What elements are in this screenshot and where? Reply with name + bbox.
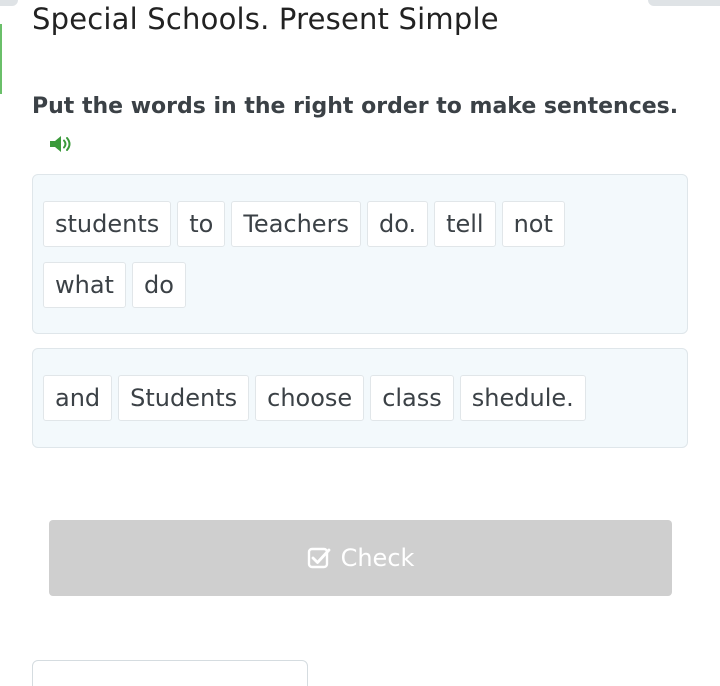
check-button-label: Check xyxy=(340,544,415,572)
word-chip[interactable]: students xyxy=(43,201,172,247)
word-chip[interactable]: tell xyxy=(434,201,496,247)
word-chip[interactable]: to xyxy=(177,201,226,247)
word-chip[interactable]: class xyxy=(370,375,454,421)
speaker-icon xyxy=(50,136,71,152)
word-row-2-1: and Students choose class shedule. xyxy=(43,375,586,421)
top-decoration xyxy=(648,0,720,6)
word-chip[interactable]: not xyxy=(501,201,565,247)
check-button[interactable]: Check xyxy=(49,520,672,596)
exercise-page: Special Schools. Present Simple Put the … xyxy=(0,0,720,686)
audio-button[interactable] xyxy=(47,133,75,155)
word-row-1-2: what do xyxy=(43,262,186,308)
page-title: Special Schools. Present Simple xyxy=(32,2,499,36)
next-section-card[interactable] xyxy=(32,660,308,686)
exercise-instruction: Put the words in the right order to make… xyxy=(32,94,679,119)
word-chip[interactable]: shedule. xyxy=(459,375,586,421)
word-chip[interactable]: do xyxy=(131,262,186,308)
word-chip[interactable]: choose xyxy=(255,375,365,421)
word-chip[interactable]: and xyxy=(43,375,113,421)
sentence-box-1[interactable] xyxy=(32,174,688,334)
word-chip[interactable]: what xyxy=(43,262,126,308)
checkbox-icon xyxy=(307,547,330,569)
left-accent-bar xyxy=(0,24,2,94)
word-chip[interactable]: Teachers xyxy=(231,201,361,247)
word-chip[interactable]: do. xyxy=(366,201,429,247)
word-row-1-1: students to Teachers do. tell not xyxy=(43,201,565,247)
word-chip[interactable]: Students xyxy=(118,375,250,421)
top-decoration-left xyxy=(0,0,18,6)
